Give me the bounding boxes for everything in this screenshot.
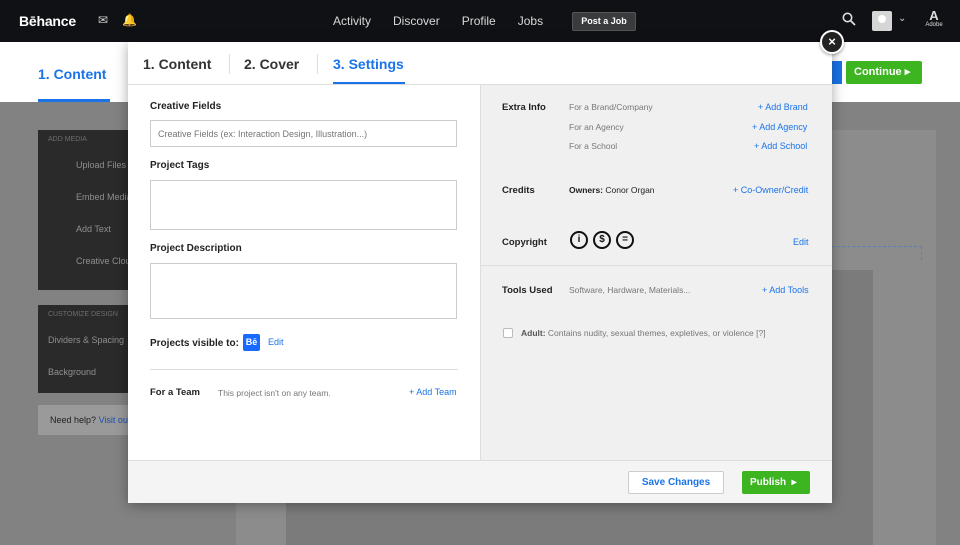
add-co-owner-link[interactable]: + Co-Owner/Credit [733, 185, 808, 195]
creative-fields-input[interactable] [150, 120, 457, 147]
publish-button[interactable]: Publish ▸ [742, 471, 810, 494]
tab-divider [229, 54, 230, 74]
customize-panel: CUSTOMIZE DESIGN Dividers & Spacing Back… [38, 305, 128, 393]
upload-files-item[interactable]: Upload Files [38, 149, 128, 181]
mail-icon[interactable]: ✉ [98, 13, 108, 27]
adobe-glyph: A [929, 8, 939, 23]
agency-text: For an Agency [569, 122, 624, 132]
add-team-link[interactable]: + Add Team [409, 387, 457, 397]
attribution-icon: i [570, 231, 588, 249]
no-derivatives-icon: = [616, 231, 634, 249]
project-tags-label: Project Tags [150, 160, 210, 171]
post-job-button[interactable]: Post a Job [572, 12, 636, 31]
nav-activity[interactable]: Activity [333, 14, 371, 28]
editor-tab-content[interactable]: 1. Content [38, 66, 106, 82]
credits-label: Credits [502, 185, 535, 196]
divider [150, 369, 458, 370]
settings-left-column: Creative Fields Project Tags Project Des… [128, 85, 480, 460]
chevron-down-icon[interactable]: ⌄ [898, 13, 906, 24]
adobe-logo[interactable]: A Adobe [924, 8, 944, 28]
team-label: For a Team [150, 387, 200, 398]
add-brand-link[interactable]: + Add Brand [758, 102, 808, 112]
avatar[interactable] [872, 11, 892, 31]
team-text: This project isn't on any team. [218, 388, 331, 398]
top-navbar: Bēhance ✉ 🔔 Activity Discover Profile Jo… [0, 0, 960, 42]
tools-used-label: Tools Used [502, 285, 553, 296]
project-description-input[interactable] [150, 263, 457, 319]
nav-jobs[interactable]: Jobs [518, 14, 543, 28]
noncommercial-icon: $ [593, 231, 611, 249]
copyright-label: Copyright [502, 237, 547, 248]
school-text: For a School [569, 141, 618, 151]
project-tags-input[interactable] [150, 180, 457, 230]
continue-label: Continue [854, 66, 902, 78]
add-media-panel: ADD MEDIA Upload Files Embed Media Add T… [38, 130, 128, 290]
tab-settings[interactable]: 3. Settings [333, 56, 404, 72]
tools-placeholder: Software, Hardware, Materials... [569, 285, 691, 295]
adobe-label: Adobe [925, 22, 943, 28]
owners-label: Owners: [569, 185, 604, 195]
adult-label: Adult: [521, 328, 546, 338]
main-nav: Activity Discover Profile Jobs [333, 0, 565, 42]
bell-icon[interactable]: 🔔 [122, 13, 137, 27]
tab-divider [317, 54, 318, 74]
visible-label: Projects visible to: [150, 338, 239, 349]
tab-content[interactable]: 1. Content [143, 56, 211, 72]
selection-outline [832, 246, 922, 260]
behance-logo[interactable]: Bēhance [19, 13, 76, 29]
help-box: Need help? Visit our [38, 405, 128, 435]
add-media-header: ADD MEDIA [48, 136, 87, 143]
adult-checkbox[interactable] [503, 328, 513, 338]
project-description-label: Project Description [150, 243, 242, 254]
modal-tabs: 1. Content 2. Cover 3. Settings [128, 42, 832, 85]
copyright-edit-link[interactable]: Edit [793, 237, 809, 247]
add-text-item[interactable]: Add Text [38, 213, 128, 245]
brand-text: For a Brand/Company [569, 102, 653, 112]
modal-footer: Save Changes Publish ▸ [128, 460, 832, 503]
add-tools-link[interactable]: + Add Tools [762, 285, 809, 295]
background-item[interactable]: Background [38, 356, 128, 388]
publish-label: Publish [750, 477, 787, 488]
customize-header: CUSTOMIZE DESIGN [48, 311, 118, 318]
creative-cloud-item[interactable]: Creative Cloud [38, 245, 128, 277]
creative-fields-label: Creative Fields [150, 101, 222, 112]
add-agency-link[interactable]: + Add Agency [752, 122, 807, 132]
help-link[interactable]: Visit our [99, 415, 128, 425]
owners-row: Owners: Conor Organ [569, 185, 655, 195]
adult-text: Contains nudity, sexual themes, expletiv… [547, 328, 766, 338]
add-school-link[interactable]: + Add School [754, 141, 807, 151]
tab-cover[interactable]: 2. Cover [244, 56, 299, 72]
tab-settings-underline [333, 82, 405, 84]
settings-modal: 1. Content 2. Cover 3. Settings Creative… [128, 42, 832, 503]
nav-profile[interactable]: Profile [462, 14, 496, 28]
adult-row: Adult: Contains nudity, sexual themes, e… [521, 328, 766, 338]
divider [481, 265, 832, 266]
owners-value: Conor Organ [605, 185, 655, 195]
visibility-edit-link[interactable]: Edit [268, 337, 284, 347]
settings-right-column: Extra Info For a Brand/Company + Add Bra… [480, 85, 832, 460]
close-modal-button[interactable]: × [820, 30, 844, 54]
help-text: Need help? [50, 415, 97, 425]
search-icon[interactable] [842, 12, 856, 26]
embed-media-item[interactable]: Embed Media [38, 181, 128, 213]
nav-discover[interactable]: Discover [393, 14, 440, 28]
extra-info-label: Extra Info [502, 102, 546, 113]
dividers-item[interactable]: Dividers & Spacing [38, 324, 128, 356]
continue-button[interactable]: Continue ▸ [846, 61, 922, 84]
save-changes-button[interactable]: Save Changes [628, 471, 724, 494]
behance-visibility-badge: Bē [243, 334, 260, 351]
